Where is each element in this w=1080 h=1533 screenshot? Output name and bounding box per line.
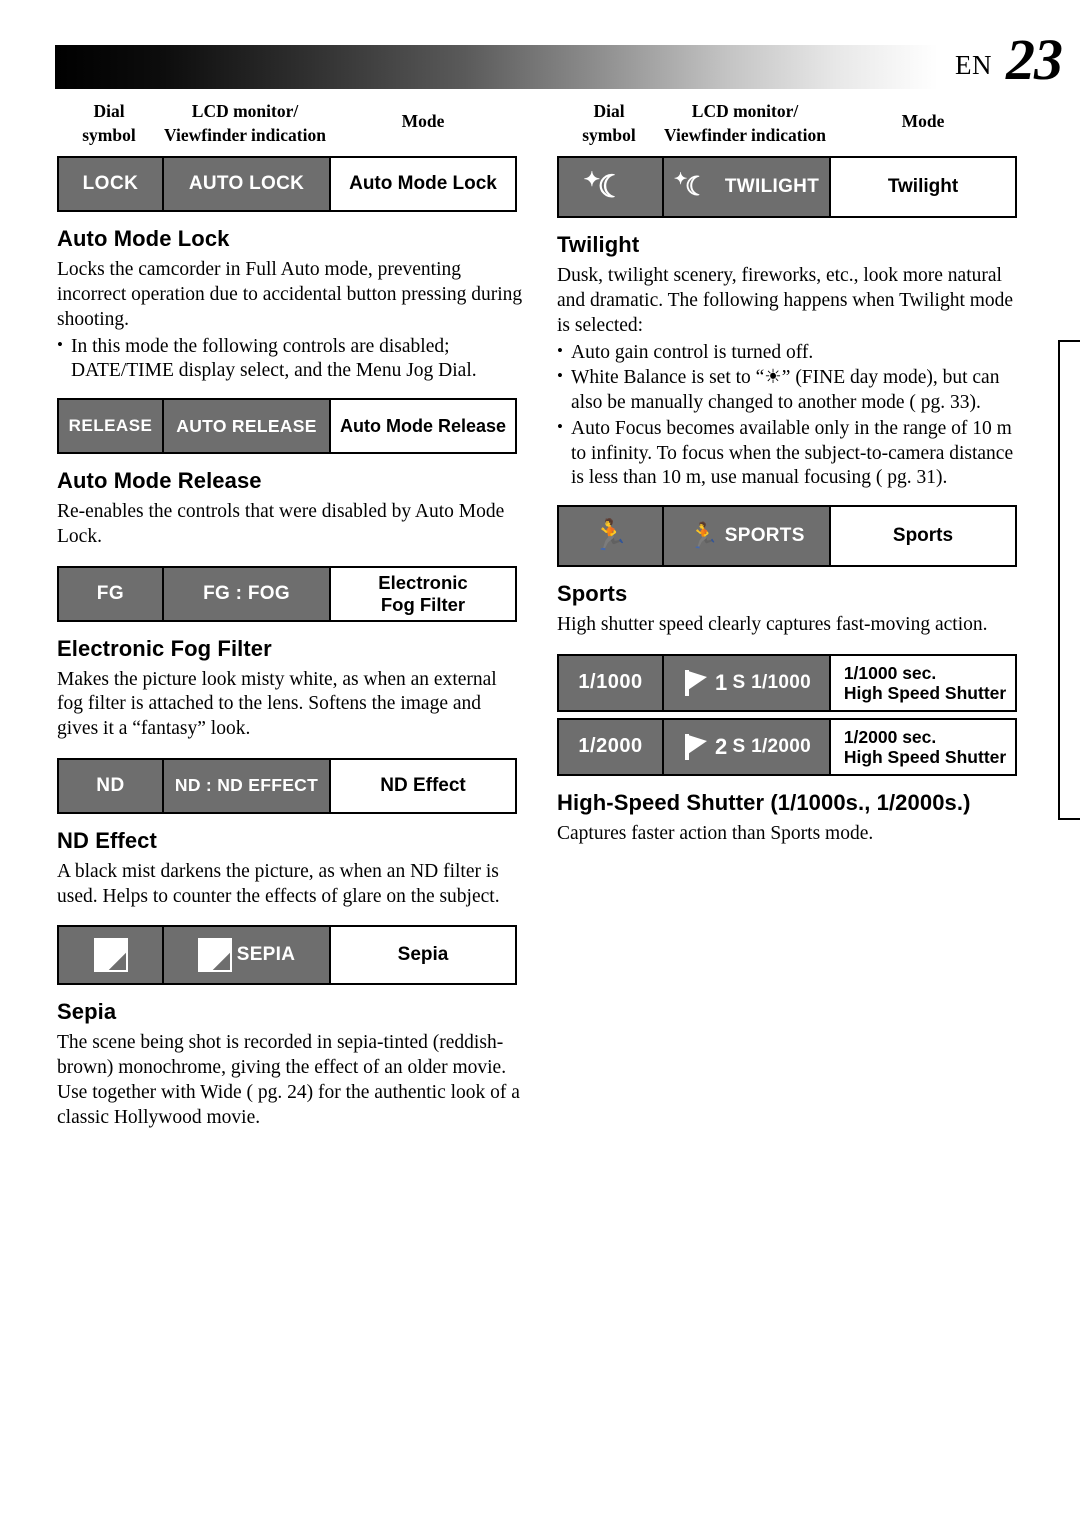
mode-cell-line2: Fog Filter [380,593,466,615]
moon-star-icon: ✦ ☾ [583,169,626,205]
section-title: Sports [557,581,628,606]
mode-cell: Twilight [887,176,959,198]
lcd-indication-label: S 1/1000 [732,671,811,693]
mode-cell-line1: 1/2000 sec. [843,726,937,747]
section-title: Auto Mode Lock [57,226,230,252]
section-title: ND Effect [57,827,157,853]
list-item: In this mode the following controls are … [57,334,529,385]
section-title: High-Speed Shutter (1/1000s., 1/2000s.) [557,789,971,815]
table-row: RELEASE AUTO RELEASE Auto Mode Release [57,398,517,454]
section-title: Sepia [57,999,117,1025]
lcd-indication-cell: 2 S 1/2000 [664,719,831,774]
manual-page: EN 23 Dial symbol LCD monitor/ Viewfinde… [0,0,1080,1533]
dial-symbol-cell: ✦ ☾ [559,158,664,217]
lcd-indication-cell: FG : FOG [164,567,331,620]
dial-symbol-cell: RELEASE [59,400,164,452]
mode-cell: Sepia [397,944,449,966]
sepia-square-icon [197,938,232,973]
table-row: 1/2000 2 S 1/2000 1/2000 sec. High Speed… [557,717,1017,776]
header-en-label: EN [955,50,992,80]
dial-symbol-cell [59,927,164,984]
shutter-2-icon: 2 [682,732,728,762]
table-row: 🏃 🏃 SPORTS Sports [557,505,1017,567]
header-mode: Mode [901,111,945,131]
sepia-square-icon [93,938,128,973]
section-paragraph: Makes the picture look misty white, as w… [57,668,497,740]
shutter-1-icon: 1 [682,668,728,698]
right-column-header: Dial symbol LCD monitor/ Viewfinder indi… [557,100,1017,147]
moon-star-icon: ✦ ☾ [673,171,709,202]
lcd-indication-cell: 🏃 SPORTS [664,507,831,565]
table-row: SEPIA Sepia [57,925,517,986]
dial-symbol-cell: LOCK [59,158,164,211]
lcd-indication-label: S 1/2000 [732,735,811,757]
runner-icon: 🏃 [591,519,630,552]
dial-symbol-cell: FG [59,567,164,620]
header-dial-symbol: Dial symbol [582,101,636,145]
table-row: ND ND : ND EFFECT ND Effect [57,757,517,814]
lcd-indication-cell: ND : ND EFFECT [164,759,331,812]
section-paragraph: Locks the camcorder in Full Auto mode, p… [57,259,523,330]
page-number: 23 [1006,27,1063,92]
table-row: ✦ ☾ ✦ ☾ TWILIGHT Twilight [557,156,1017,219]
section-paragraph: Dusk, twilight scenery, fireworks, etc.,… [557,265,1014,336]
lcd-indication-cell: ✦ ☾ TWILIGHT [664,158,831,217]
header-lcd-indication: LCD monitor/ Viewfinder indication [664,101,826,145]
table-row: LOCK AUTO LOCK Auto Mode Lock [57,156,517,213]
mode-cell-line1: 1/1000 sec. [843,662,937,683]
list-item: Auto gain control is turned off. [557,340,1029,366]
section-title: Twilight [557,232,640,258]
section-paragraph: A black mist darkens the picture, as whe… [57,860,500,907]
lcd-indication-cell: 1 S 1/1000 [664,655,831,710]
mode-cell-line2: High Speed Shutter [843,746,1007,767]
section-title: Electronic Fog Filter [57,635,272,661]
page-edge-marker [1058,340,1080,820]
list-item: Auto Focus becomes available only in the… [557,416,1029,491]
section-bullets: In this mode the following controls are … [57,334,529,385]
right-column: Dial symbol LCD monitor/ Viewfinder indi… [557,100,1023,849]
header-gradient-band [55,45,965,89]
lcd-indication-cell: AUTO LOCK [164,158,331,211]
section-bullets: Auto gain control is turned off. White B… [557,340,1029,492]
mode-cell: Auto Mode Lock [349,173,497,195]
header-dial-symbol: Dial symbol [82,101,136,145]
mode-cell: Electronic Fog Filter [331,568,515,620]
dial-symbol-cell: 1/1000 [559,655,664,710]
section-paragraph: High shutter speed clearly captures fast… [557,614,988,635]
list-item: White Balance is set to “☀” (FINE day mo… [557,365,1029,416]
mode-cell-line1: Electronic [378,572,468,594]
mode-cell: 1/2000 sec. High Speed Shutter [831,720,1015,774]
mode-cell: Sports [892,525,954,547]
header-mode: Mode [401,111,445,131]
mode-cell: 1/1000 sec. High Speed Shutter [831,656,1015,710]
runner-icon: 🏃 [688,521,720,550]
lcd-indication-cell: AUTO RELEASE [164,400,331,452]
section-paragraph: Captures faster action than Sports mode. [557,822,874,844]
left-column-header: Dial symbol LCD monitor/ Viewfinder indi… [57,100,517,147]
lcd-indication-label: TWILIGHT [724,176,820,198]
dial-symbol-cell: 🏃 [559,507,664,565]
mode-cell-line2: High Speed Shutter [843,682,1007,703]
section-paragraph: The scene being shot is recorded in sepi… [57,1032,520,1128]
mode-cell: ND Effect [380,774,466,796]
section-paragraph: Re-enables the controls that were disabl… [57,501,505,547]
header-lcd-indication: LCD monitor/ Viewfinder indication [164,101,326,145]
section-title: Auto Mode Release [57,468,262,493]
table-row: 1/1000 1 S 1/1000 1/1000 sec. High Speed… [557,653,1017,712]
table-row: FG FG : FOG Electronic Fog Filter [57,565,517,622]
lcd-indication-cell: SEPIA [164,927,331,984]
dial-symbol-cell: ND [59,759,164,812]
left-column: Dial symbol LCD monitor/ Viewfinder indi… [57,100,523,1132]
mode-cell: Auto Mode Release [339,415,507,436]
lcd-indication-label: SPORTS [724,525,805,546]
lcd-indication-label: SEPIA [236,944,296,966]
dial-symbol-cell: 1/2000 [559,719,664,774]
